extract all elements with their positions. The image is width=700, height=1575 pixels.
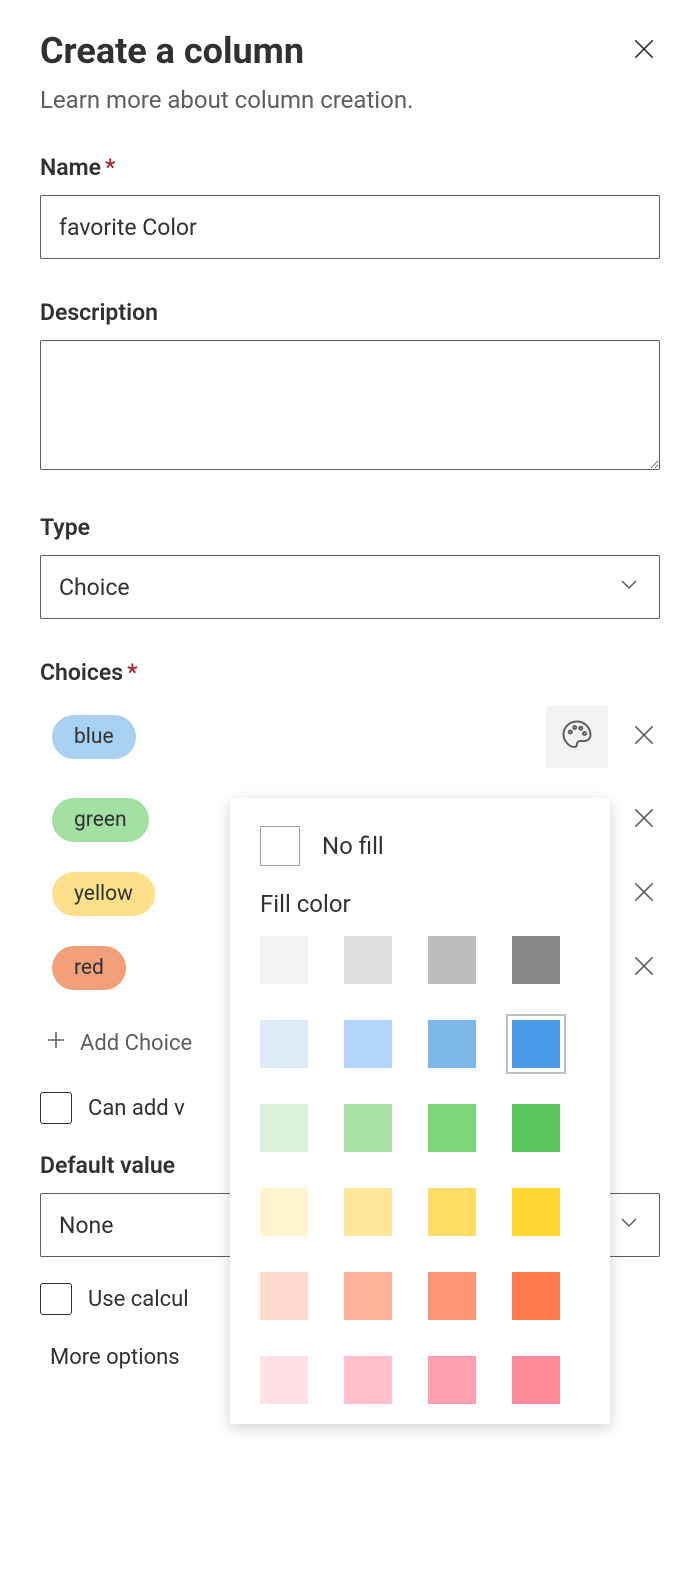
- choice-pill-red[interactable]: red: [52, 946, 126, 990]
- no-fill-swatch: [260, 826, 300, 866]
- color-swatch[interactable]: [428, 1356, 476, 1404]
- choices-label-text: Choices: [40, 659, 123, 686]
- choice-actions: [628, 804, 660, 836]
- color-swatch[interactable]: [512, 1272, 560, 1320]
- chevron-down-icon: [617, 572, 641, 602]
- remove-choice-button[interactable]: [628, 804, 660, 836]
- color-swatch[interactable]: [512, 936, 560, 984]
- no-fill-label: No fill: [322, 832, 384, 860]
- choice-list: blue: [40, 706, 660, 990]
- color-picker-popover: No fill Fill color: [230, 798, 610, 1424]
- choice-row-0: blue: [40, 706, 660, 768]
- color-swatch[interactable]: [344, 1020, 392, 1068]
- required-asterisk: *: [127, 659, 137, 686]
- close-icon: [631, 879, 657, 909]
- close-button[interactable]: [628, 35, 660, 67]
- color-swatch[interactable]: [344, 936, 392, 984]
- close-icon: [631, 953, 657, 983]
- color-swatch[interactable]: [512, 1104, 560, 1152]
- required-asterisk: *: [105, 154, 115, 181]
- field-name: Name*: [40, 154, 660, 259]
- checkbox-box: [40, 1092, 72, 1124]
- type-label: Type: [40, 514, 660, 541]
- field-type: Type Choice: [40, 514, 660, 619]
- close-icon: [631, 722, 657, 752]
- choice-actions: [628, 878, 660, 910]
- checkbox-box: [40, 1283, 72, 1315]
- color-swatch[interactable]: [428, 1272, 476, 1320]
- add-choice-label: Add Choice: [80, 1031, 192, 1056]
- color-swatch[interactable]: [512, 1356, 560, 1404]
- remove-choice-button[interactable]: [628, 721, 660, 753]
- name-label-text: Name: [40, 154, 101, 181]
- choice-actions: [546, 706, 660, 768]
- color-picker-button[interactable]: [546, 706, 608, 768]
- color-swatch[interactable]: [428, 1020, 476, 1068]
- color-swatch[interactable]: [260, 1020, 308, 1068]
- type-selected-value: Choice: [59, 574, 130, 601]
- color-swatch[interactable]: [260, 1356, 308, 1404]
- remove-choice-button[interactable]: [628, 952, 660, 984]
- color-swatch[interactable]: [260, 1188, 308, 1236]
- swatch-grid: [260, 936, 580, 1404]
- color-swatch[interactable]: [428, 1104, 476, 1152]
- color-swatch[interactable]: [260, 1272, 308, 1320]
- close-icon: [631, 36, 657, 66]
- default-value-selected: None: [59, 1212, 113, 1239]
- palette-icon: [559, 717, 595, 757]
- field-choices: Choices* blue: [40, 659, 660, 1124]
- create-column-panel: Create a column Learn more about column …: [0, 0, 700, 1410]
- color-swatch[interactable]: [344, 1188, 392, 1236]
- close-icon: [631, 805, 657, 835]
- can-add-values-label: Can add v: [88, 1096, 185, 1121]
- type-select[interactable]: Choice: [40, 555, 660, 619]
- panel-subtitle[interactable]: Learn more about column creation.: [40, 86, 660, 114]
- name-input[interactable]: [40, 195, 660, 259]
- color-swatch[interactable]: [344, 1272, 392, 1320]
- remove-choice-button[interactable]: [628, 878, 660, 910]
- choice-actions: [628, 952, 660, 984]
- color-swatch[interactable]: [344, 1356, 392, 1404]
- color-swatch[interactable]: [512, 1188, 560, 1236]
- description-label: Description: [40, 299, 660, 326]
- no-fill-option[interactable]: No fill: [260, 826, 580, 866]
- use-calculated-label: Use calcul: [88, 1287, 189, 1312]
- color-swatch[interactable]: [428, 1188, 476, 1236]
- color-swatch[interactable]: [512, 1020, 560, 1068]
- panel-title: Create a column: [40, 30, 304, 72]
- choice-pill-green[interactable]: green: [52, 798, 149, 842]
- color-swatch[interactable]: [344, 1104, 392, 1152]
- choices-label: Choices*: [40, 659, 660, 686]
- color-swatch[interactable]: [260, 1104, 308, 1152]
- panel-header: Create a column: [40, 30, 660, 72]
- chevron-down-icon: [617, 1210, 641, 1240]
- choice-pill-yellow[interactable]: yellow: [52, 872, 155, 916]
- choice-pill-blue[interactable]: blue: [52, 715, 136, 759]
- name-label: Name*: [40, 154, 660, 181]
- color-swatch[interactable]: [428, 936, 476, 984]
- color-swatch[interactable]: [260, 936, 308, 984]
- plus-icon: [44, 1028, 68, 1058]
- field-description: Description: [40, 299, 660, 474]
- description-input[interactable]: [40, 340, 660, 470]
- fill-color-label: Fill color: [260, 890, 580, 918]
